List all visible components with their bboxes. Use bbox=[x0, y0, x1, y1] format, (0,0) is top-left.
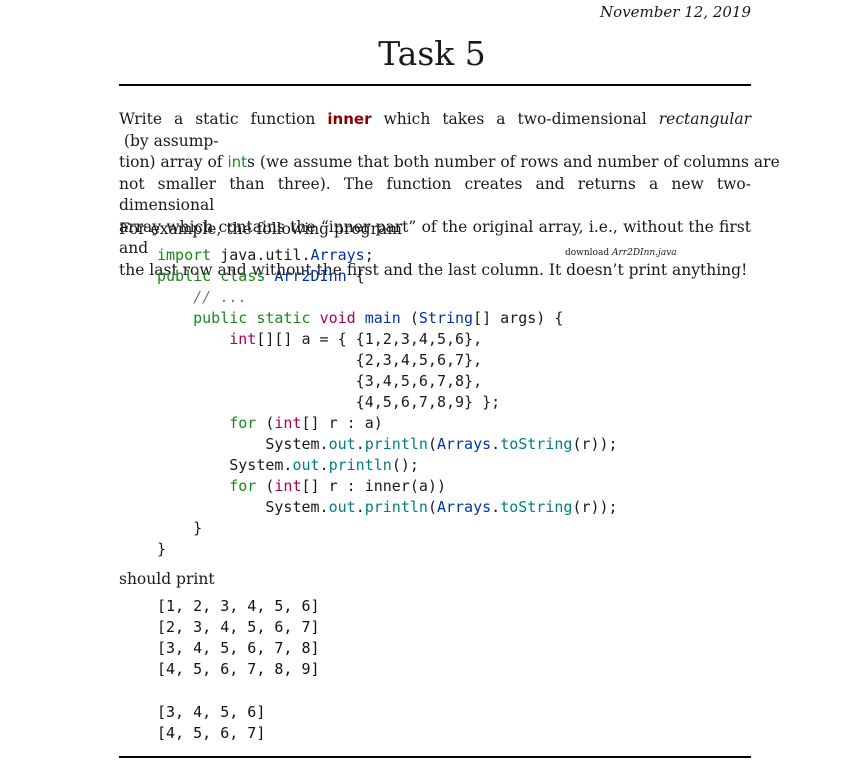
download-filename: Arr2DInn.java bbox=[611, 248, 677, 258]
example-intro: For example, the following program bbox=[119, 220, 402, 238]
code-line: {2,3,4,5,6,7}, bbox=[157, 351, 483, 369]
description-line-2: tion) array of ints (we assume that both… bbox=[119, 153, 780, 171]
description-line-3: not smaller than three). The function cr… bbox=[119, 174, 751, 215]
code-line: } bbox=[157, 519, 203, 537]
code-line: } bbox=[157, 540, 167, 558]
output-line: [3, 4, 5, 6, 7, 8] bbox=[157, 639, 320, 657]
code-line: for (int[] r : inner(a)) bbox=[229, 477, 446, 495]
word-rectangular: rectangular bbox=[658, 110, 751, 128]
document-date: November 12, 2019 bbox=[600, 3, 751, 21]
should-print-label: should print bbox=[119, 570, 215, 588]
code-line: System.out.println(Arrays.toString(r)); bbox=[157, 435, 618, 453]
output-block-2: [3, 4, 5, 6] [4, 5, 6, 7] bbox=[157, 702, 265, 744]
output-line: [2, 3, 4, 5, 6, 7] bbox=[157, 618, 320, 636]
output-line: [3, 4, 5, 6] bbox=[157, 703, 266, 721]
task-title: Task 5 bbox=[378, 34, 486, 73]
code-listing: import java.util.Arrays; public class Arr… bbox=[157, 245, 618, 560]
output-line: [4, 5, 6, 7] bbox=[157, 724, 266, 742]
code-line: System.out.println(); bbox=[157, 456, 419, 474]
code-line: import java.util.Arrays; bbox=[157, 246, 374, 264]
code-line: public class Arr2DInn { bbox=[157, 267, 365, 285]
code-line: public static void main (String[] args) … bbox=[193, 309, 564, 327]
output-line: [1, 2, 3, 4, 5, 6] bbox=[157, 597, 320, 615]
code-line: int[][] a = { {1,2,3,4,5,6}, bbox=[229, 330, 483, 348]
code-line: {3,4,5,6,7,8}, bbox=[157, 372, 483, 390]
description-line-1: Write a static function inner which take… bbox=[119, 110, 751, 150]
bottom-rule bbox=[119, 756, 751, 758]
top-rule bbox=[119, 84, 751, 86]
output-block-1: [1, 2, 3, 4, 5, 6] [2, 3, 4, 5, 6, 7] [3, … bbox=[157, 596, 320, 680]
code-line: {4,5,6,7,8,9} }; bbox=[157, 393, 501, 411]
keyword-inner: inner bbox=[327, 110, 372, 128]
code-line: for (int[] r : a) bbox=[229, 414, 383, 432]
code-line: // ... bbox=[157, 288, 248, 306]
code-line: System.out.println(Arrays.toString(r)); bbox=[157, 498, 618, 516]
output-line: [4, 5, 6, 7, 8, 9] bbox=[157, 660, 320, 678]
keyword-int: int bbox=[227, 153, 248, 171]
